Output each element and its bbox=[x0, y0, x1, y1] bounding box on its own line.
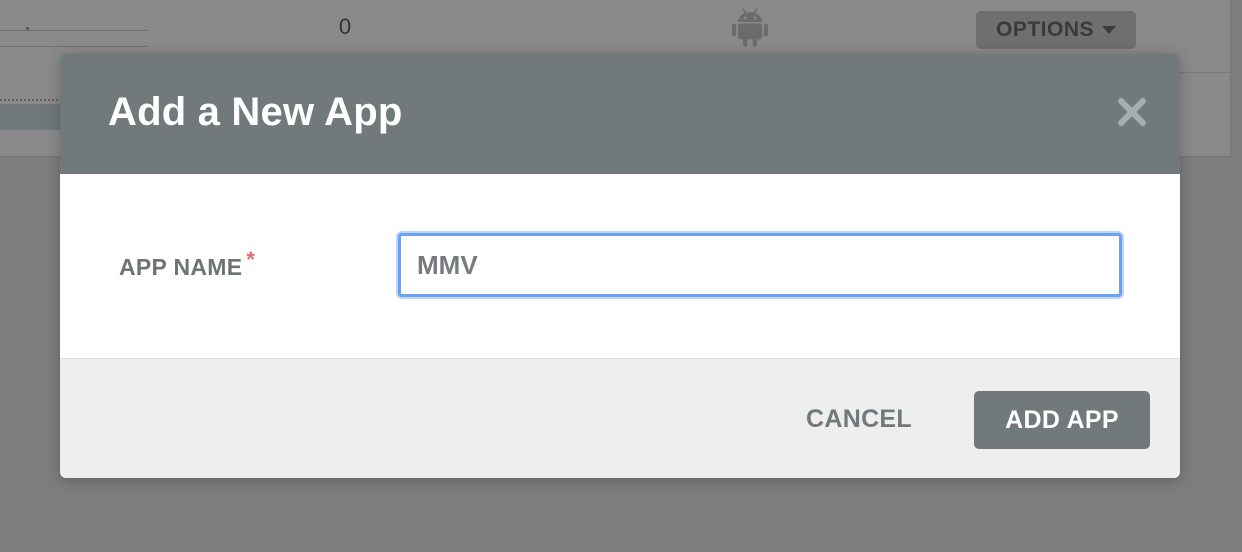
add-app-modal: Add a New App APP NAME* CANCEL ADD APP bbox=[60, 54, 1180, 478]
app-name-label-text: APP NAME bbox=[119, 254, 243, 280]
caret-down-icon bbox=[1102, 26, 1116, 34]
background-bar bbox=[0, 104, 62, 130]
background-row-divider bbox=[1180, 72, 1230, 73]
modal-body: APP NAME * bbox=[60, 174, 1180, 359]
app-count: 0 bbox=[338, 14, 352, 39]
close-icon[interactable] bbox=[1116, 96, 1148, 128]
add-app-button[interactable]: ADD APP bbox=[974, 391, 1150, 449]
modal-title: Add a New App bbox=[108, 90, 403, 134]
options-button[interactable]: OPTIONS bbox=[976, 11, 1136, 49]
app-name-input[interactable] bbox=[398, 233, 1122, 297]
options-label: OPTIONS bbox=[995, 18, 1094, 41]
app-name-label: APP NAME * bbox=[119, 247, 255, 281]
background-divider bbox=[0, 30, 148, 31]
android-icon bbox=[732, 8, 768, 47]
cancel-button[interactable]: CANCEL bbox=[806, 405, 912, 434]
modal-header: Add a New App bbox=[60, 54, 1180, 174]
modal-footer: CANCEL ADD APP bbox=[60, 359, 1180, 478]
background-dot bbox=[26, 27, 29, 30]
required-asterisk: * bbox=[246, 247, 256, 272]
background-divider bbox=[0, 46, 148, 47]
